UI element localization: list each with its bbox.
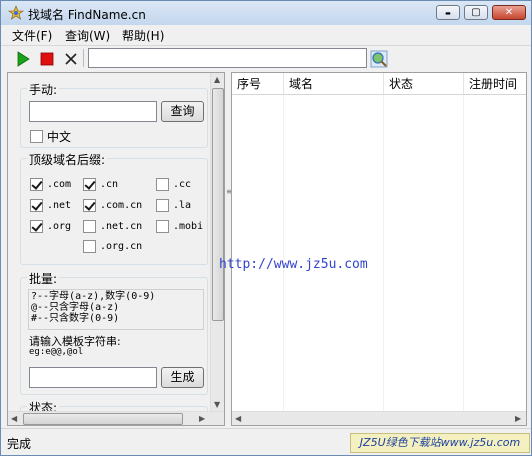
- left-panel-vertical-scrollbar[interactable]: ▲ ▼: [210, 73, 224, 412]
- vertical-scroll-thumb[interactable]: [212, 88, 224, 321]
- template-example: eg:e@@,@ol: [29, 347, 84, 357]
- tld-option[interactable]: .net: [30, 198, 71, 212]
- search-globe-icon[interactable]: [369, 49, 389, 69]
- tld-option[interactable]: .la: [156, 198, 191, 212]
- tld-option[interactable]: .com.cn: [83, 198, 142, 212]
- tld-checkbox-org-cn[interactable]: [83, 240, 96, 253]
- scroll-right-icon[interactable]: ▶: [515, 414, 521, 423]
- tld-legend: 顶级域名后缀:: [27, 151, 108, 168]
- manual-legend: 手动:: [27, 81, 60, 98]
- scroll-left-icon[interactable]: ◀: [11, 414, 17, 423]
- tld-label: .org.cn: [100, 241, 143, 252]
- scroll-up-icon[interactable]: ▲: [214, 75, 220, 84]
- tld-checkbox-com-cn[interactable]: [83, 199, 96, 212]
- menu-help[interactable]: 帮助(H): [122, 27, 164, 44]
- help-line: #--只含数字(0-9): [31, 313, 120, 324]
- column-header-status[interactable]: 状态: [384, 73, 464, 95]
- tld-checkbox-com[interactable]: [30, 178, 43, 191]
- chinese-checkbox[interactable]: [30, 130, 43, 143]
- left-panel-horizontal-scrollbar[interactable]: ◀ ▶: [8, 411, 224, 425]
- column-header-domain[interactable]: 域名: [284, 73, 384, 95]
- toolbar-separator: [83, 49, 84, 67]
- chinese-checkbox-row[interactable]: 中文: [30, 128, 72, 144]
- close-button[interactable]: ✕: [492, 5, 526, 20]
- column-header-index[interactable]: 序号: [232, 73, 284, 95]
- minimize-button[interactable]: ▬: [436, 5, 460, 20]
- template-input[interactable]: [29, 367, 157, 388]
- scroll-left-icon[interactable]: ◀: [235, 414, 241, 423]
- tld-label: .cn: [100, 179, 119, 190]
- app-logo-icon: [8, 5, 24, 20]
- results-table: 序号 域名 状态 注册时间 ◀ ▶: [231, 72, 527, 426]
- title-bar[interactable]: 找域名 FindName.cn ▬ ▢ ✕: [1, 1, 531, 25]
- column-gridline: [463, 95, 464, 413]
- maximize-icon: ▢: [471, 7, 481, 18]
- menu-query[interactable]: 查询(W): [65, 27, 110, 44]
- menu-file[interactable]: 文件(F): [12, 27, 52, 44]
- tld-option[interactable]: .cc: [156, 177, 191, 191]
- tld-label: .org: [47, 221, 72, 232]
- watermark-url: http://www.jz5u.com: [219, 257, 368, 272]
- app-window: 找域名 FindName.cn ▬ ▢ ✕ 文件(F) 查询(W) 帮助(H) …: [0, 0, 532, 456]
- scroll-down-icon[interactable]: ▼: [214, 400, 220, 409]
- tld-checkbox-la[interactable]: [156, 199, 169, 212]
- tld-option[interactable]: .org: [30, 219, 71, 233]
- tld-option[interactable]: .net.cn: [83, 219, 142, 233]
- tld-option[interactable]: .mobi: [156, 219, 203, 233]
- help-line: ?--字母(a-z),数字(0-9): [31, 291, 156, 302]
- tld-checkbox-net[interactable]: [30, 199, 43, 212]
- manual-domain-input[interactable]: [29, 101, 157, 122]
- tld-checkbox-net-cn[interactable]: [83, 220, 96, 233]
- play-icon[interactable]: [13, 49, 33, 69]
- domain-url-input[interactable]: [88, 48, 367, 68]
- column-gridline: [283, 95, 284, 413]
- tld-label: .com.cn: [100, 200, 143, 211]
- status-text: 完成: [7, 437, 32, 451]
- tld-label: .net.cn: [100, 221, 143, 232]
- tld-option[interactable]: .cn: [83, 177, 118, 191]
- window-title: 找域名 FindName.cn: [28, 8, 146, 22]
- maximize-button[interactable]: ▢: [464, 5, 488, 20]
- column-header-register-time[interactable]: 注册时间: [464, 73, 526, 95]
- tld-checkbox-mobi[interactable]: [156, 220, 169, 233]
- menu-bar: 文件(F) 查询(W) 帮助(H): [1, 25, 531, 44]
- batch-help-box: ?--字母(a-z),数字(0-9) @--只含字母(a-z) #--只含数字(…: [28, 289, 204, 330]
- stop-icon[interactable]: [37, 49, 57, 69]
- batch-legend: 批量:: [27, 270, 60, 287]
- clear-icon[interactable]: [61, 49, 81, 69]
- query-button[interactable]: 查询: [161, 101, 204, 122]
- tld-label: .mobi: [173, 221, 204, 232]
- tld-checkbox-cc[interactable]: [156, 178, 169, 191]
- left-panel: 手动: 查询 中文 顶级域名后缀: .com .cn .cc .net .com…: [7, 72, 225, 426]
- footer-watermark-banner: JZ5U绿色下载站www.jz5u.com: [350, 433, 530, 453]
- tld-checkbox-org[interactable]: [30, 220, 43, 233]
- column-gridline: [383, 95, 384, 413]
- tld-option[interactable]: .org.cn: [83, 239, 142, 253]
- tld-label: .cc: [173, 179, 192, 190]
- minimize-icon: ▬: [445, 10, 451, 17]
- tld-option[interactable]: .com: [30, 177, 71, 191]
- tld-label: .la: [173, 200, 192, 211]
- help-line: @--只含字母(a-z): [31, 302, 120, 313]
- table-horizontal-scrollbar[interactable]: ◀ ▶: [232, 411, 526, 425]
- chinese-label: 中文: [47, 130, 72, 144]
- tld-label: .com: [47, 179, 72, 190]
- tld-label: .net: [47, 200, 72, 211]
- tld-checkbox-cn[interactable]: [83, 178, 96, 191]
- generate-button[interactable]: 生成: [161, 367, 204, 388]
- scroll-right-icon[interactable]: ▶: [199, 414, 205, 423]
- horizontal-scroll-thumb[interactable]: [23, 413, 183, 425]
- close-icon: ✕: [504, 7, 514, 18]
